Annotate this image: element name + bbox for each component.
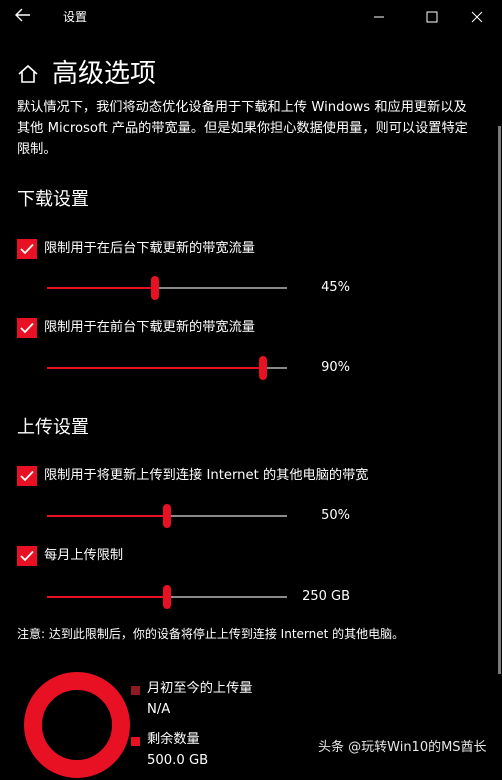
page-title: 高级选项 <box>52 59 157 89</box>
checkbox-checked-icon[interactable] <box>17 466 37 486</box>
minimize-button[interactable] <box>362 4 396 30</box>
download-foreground-label: 限制用于在前台下载更新的带宽流量 <box>44 320 255 335</box>
maximize-button[interactable] <box>415 4 449 30</box>
legend-remaining-value: 500.0 GB <box>147 753 209 768</box>
upload-bandwidth-option[interactable]: 限制用于将更新上传到连接 Internet 的其他电脑的带宽 <box>17 465 369 487</box>
slider-fill <box>47 367 263 369</box>
close-button[interactable] <box>460 4 494 30</box>
slider-thumb[interactable] <box>259 356 267 380</box>
download-background-slider[interactable] <box>47 276 287 300</box>
slider-thumb[interactable] <box>151 276 159 300</box>
legend-remaining-label: 剩余数量 <box>147 732 200 747</box>
monthly-upload-value: 250 GB <box>302 589 350 604</box>
download-foreground-slider[interactable] <box>47 356 287 380</box>
legend-uploaded-swatch <box>131 686 140 695</box>
upload-limit-note: 注意: 达到此限制后，你的设备将停止上传到连接 Internet 的其他电脑。 <box>17 627 405 641</box>
legend-uploaded-label: 月初至今的上传量 <box>147 681 253 696</box>
upload-usage-donut <box>24 672 130 778</box>
maximize-icon <box>426 11 438 23</box>
slider-fill <box>47 596 167 598</box>
donut-remaining-ring <box>24 672 130 778</box>
upload-bandwidth-slider[interactable] <box>47 504 287 528</box>
upload-bandwidth-label: 限制用于将更新上传到连接 Internet 的其他电脑的带宽 <box>44 468 369 483</box>
download-foreground-option[interactable]: 限制用于在前台下载更新的带宽流量 <box>17 317 255 339</box>
monthly-upload-option[interactable]: 每月上传限制 <box>17 545 123 567</box>
slider-thumb[interactable] <box>163 585 171 609</box>
slider-fill <box>47 515 167 517</box>
monthly-upload-label: 每月上传限制 <box>44 548 124 563</box>
scrollbar[interactable] <box>496 34 502 768</box>
page-header: 高级选项 <box>17 56 156 92</box>
window-title: 设置 <box>63 10 88 24</box>
scrollbar-thumb[interactable] <box>498 126 501 674</box>
watermark: 头条 @玩转Win10的MS酋长 <box>318 740 487 755</box>
download-section-title: 下载设置 <box>17 189 89 210</box>
download-foreground-value: 90% <box>321 360 350 375</box>
close-icon <box>471 11 483 23</box>
checkbox-checked-icon[interactable] <box>17 239 37 259</box>
arrow-left-icon[interactable] <box>12 6 34 28</box>
upload-bandwidth-value: 50% <box>321 508 350 523</box>
legend-remaining-swatch <box>131 737 140 746</box>
monthly-upload-slider[interactable] <box>47 585 287 609</box>
download-background-label: 限制用于在后台下载更新的带宽流量 <box>44 241 255 256</box>
slider-thumb[interactable] <box>163 504 171 528</box>
minimize-icon <box>374 16 384 18</box>
download-background-value: 45% <box>321 280 350 295</box>
download-background-option[interactable]: 限制用于在后台下载更新的带宽流量 <box>17 238 255 260</box>
home-icon[interactable] <box>17 63 39 85</box>
slider-fill <box>47 287 155 289</box>
title-bar: 设置 <box>0 0 502 34</box>
checkbox-checked-icon[interactable] <box>17 546 37 566</box>
intro-text: 默认情况下，我们将动态优化设备用于下载和上传 Windows 和应用更新以及其他… <box>17 100 468 157</box>
checkbox-checked-icon[interactable] <box>17 318 37 338</box>
legend-uploaded-value: N/A <box>147 702 171 717</box>
upload-section-title: 上传设置 <box>17 417 89 438</box>
